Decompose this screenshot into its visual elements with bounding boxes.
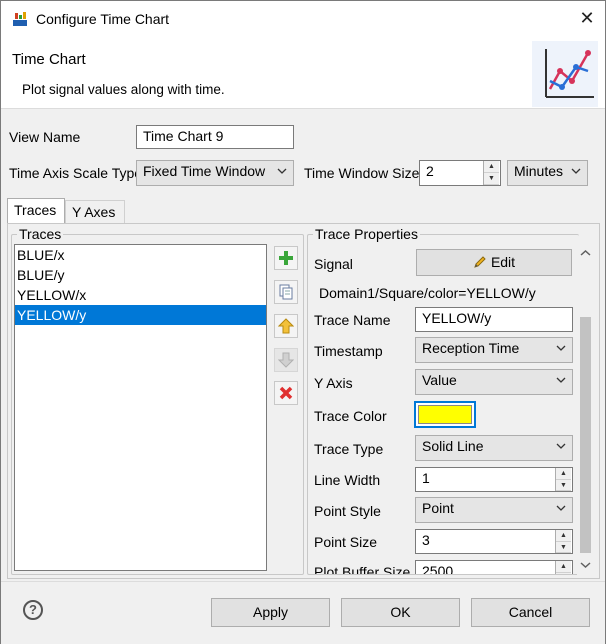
move-down-button[interactable] xyxy=(274,348,298,372)
time-chart-graphic-icon xyxy=(532,41,598,107)
point-size-value: 3 xyxy=(422,532,430,548)
scale-type-label: Time Axis Scale Type xyxy=(9,165,143,181)
window-size-label: Time Window Size xyxy=(304,165,420,181)
spin-down-icon[interactable]: ▼ xyxy=(556,573,571,575)
dialog-window: Configure Time Chart ✕ Time Chart Plot s… xyxy=(0,0,606,644)
y-axis-value: Value xyxy=(422,372,457,388)
edit-signal-button[interactable]: Edit xyxy=(416,249,572,276)
edit-button-label: Edit xyxy=(490,254,516,270)
plot-buffer-value: 2500 xyxy=(422,563,454,574)
spin-up-icon[interactable]: ▲ xyxy=(556,561,571,573)
list-item[interactable]: BLUE/y xyxy=(15,265,266,285)
spin-up-icon[interactable]: ▲ xyxy=(484,161,499,173)
point-size-input[interactable]: 3 xyxy=(415,529,573,554)
window-unit-select[interactable]: Minutes xyxy=(507,160,588,186)
trace-properties-title: Trace Properties xyxy=(313,226,420,242)
y-axis-select[interactable]: Value xyxy=(415,369,573,395)
list-item[interactable]: YELLOW/x xyxy=(15,285,266,305)
move-up-button[interactable] xyxy=(274,314,298,338)
timestamp-label: Timestamp xyxy=(314,343,383,359)
trace-color-button[interactable] xyxy=(414,401,476,428)
trace-type-select[interactable]: Solid Line xyxy=(415,435,573,461)
trace-type-value: Solid Line xyxy=(422,438,484,454)
scroll-down-icon[interactable] xyxy=(580,561,591,569)
app-icon xyxy=(13,12,27,26)
tab-traces[interactable]: Traces xyxy=(7,198,65,224)
chevron-down-icon xyxy=(571,168,581,174)
view-name-input[interactable]: Time Chart 9 xyxy=(136,125,294,149)
header-description: Plot signal values along with time. xyxy=(22,82,225,97)
scroll-up-icon[interactable] xyxy=(580,249,591,257)
chevron-down-icon xyxy=(556,505,566,511)
list-item[interactable]: YELLOW/y xyxy=(15,305,266,325)
properties-scrollbar[interactable] xyxy=(577,245,594,575)
chevron-down-icon xyxy=(556,443,566,449)
arrow-up-icon xyxy=(278,318,294,334)
spin-down-icon[interactable]: ▼ xyxy=(556,542,571,553)
trace-color-label: Trace Color xyxy=(314,408,387,424)
trace-color-swatch xyxy=(418,405,472,424)
window-title: Configure Time Chart xyxy=(36,11,170,27)
list-item[interactable]: BLUE/x xyxy=(15,245,266,265)
plot-buffer-stepper[interactable]: ▲▼ xyxy=(555,561,571,574)
scrollbar-thumb[interactable] xyxy=(580,317,591,553)
y-axis-label: Y Axis xyxy=(314,375,353,391)
delete-trace-button[interactable] xyxy=(274,381,298,405)
traces-list[interactable]: BLUE/x BLUE/y YELLOW/x YELLOW/y xyxy=(14,244,267,571)
scale-type-select[interactable]: Fixed Time Window xyxy=(136,160,294,186)
help-icon[interactable]: ? xyxy=(23,600,43,620)
line-width-input[interactable]: 1 xyxy=(415,467,573,492)
copy-trace-button[interactable] xyxy=(274,280,298,304)
ok-button[interactable]: OK xyxy=(341,598,460,627)
pencil-icon xyxy=(474,256,486,268)
spin-up-icon[interactable]: ▲ xyxy=(556,530,571,542)
add-trace-button[interactable] xyxy=(274,246,298,270)
traces-group-title: Traces xyxy=(17,226,64,242)
scale-type-value: Fixed Time Window xyxy=(143,163,266,179)
plot-buffer-label: Plot Buffer Size xyxy=(314,564,411,574)
spin-up-icon[interactable]: ▲ xyxy=(556,468,571,480)
plot-buffer-input[interactable]: 2500 xyxy=(415,560,573,574)
arrow-down-icon xyxy=(278,352,294,368)
line-width-stepper[interactable]: ▲ ▼ xyxy=(555,468,571,491)
spin-down-icon[interactable]: ▼ xyxy=(484,173,499,185)
dialog-header: Time Chart Plot signal values along with… xyxy=(1,37,605,109)
cancel-button[interactable]: Cancel xyxy=(471,598,590,627)
line-width-label: Line Width xyxy=(314,472,381,488)
trace-name-input[interactable]: YELLOW/y xyxy=(415,307,573,332)
view-name-label: View Name xyxy=(9,129,81,145)
apply-button[interactable]: Apply xyxy=(211,598,330,627)
copy-icon xyxy=(279,284,293,300)
close-icon[interactable]: ✕ xyxy=(575,7,599,31)
delete-icon xyxy=(279,386,293,400)
spin-down-icon[interactable]: ▼ xyxy=(556,480,571,491)
title-bar: Configure Time Chart ✕ xyxy=(1,1,605,37)
timestamp-value: Reception Time xyxy=(422,340,520,356)
window-size-stepper[interactable]: ▲ ▼ xyxy=(483,161,499,185)
chevron-down-icon xyxy=(556,345,566,351)
chevron-down-icon xyxy=(277,168,287,174)
chevron-down-icon xyxy=(556,377,566,383)
point-style-value: Point xyxy=(422,500,454,516)
signal-label: Signal xyxy=(314,256,353,272)
signal-path: Domain1/Square/color=YELLOW/y xyxy=(319,285,536,301)
plot-buffer-row-clip: Plot Buffer Size 2500 ▲▼ xyxy=(308,557,576,574)
window-unit-value: Minutes xyxy=(514,163,564,179)
line-width-value: 1 xyxy=(422,470,430,486)
point-size-stepper[interactable]: ▲ ▼ xyxy=(555,530,571,553)
window-size-value: 2 xyxy=(426,163,434,179)
point-size-label: Point Size xyxy=(314,534,378,550)
tab-y-axes[interactable]: Y Axes xyxy=(65,200,125,223)
timestamp-select[interactable]: Reception Time xyxy=(415,337,573,363)
trace-type-label: Trace Type xyxy=(314,441,384,457)
point-style-label: Point Style xyxy=(314,503,381,519)
point-style-select[interactable]: Point xyxy=(415,497,573,523)
trace-name-label: Trace Name xyxy=(314,312,391,328)
plus-icon xyxy=(279,251,293,265)
header-title: Time Chart xyxy=(12,51,86,68)
